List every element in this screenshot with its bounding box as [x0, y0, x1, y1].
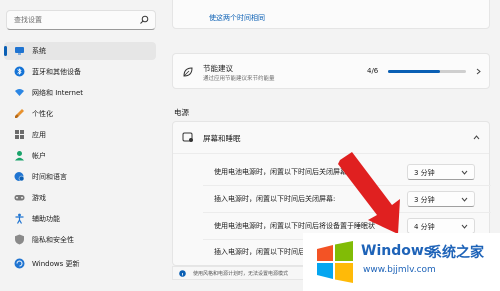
watermark-brand: Windows — [361, 243, 433, 259]
watermark: Windows 系统之家 www.bjjmlv.com — [303, 233, 500, 291]
windows-logo-icon — [317, 241, 353, 283]
watermark-url: www.bjjmlv.com — [363, 265, 436, 275]
watermark-cn: 系统之家 — [428, 245, 484, 261]
